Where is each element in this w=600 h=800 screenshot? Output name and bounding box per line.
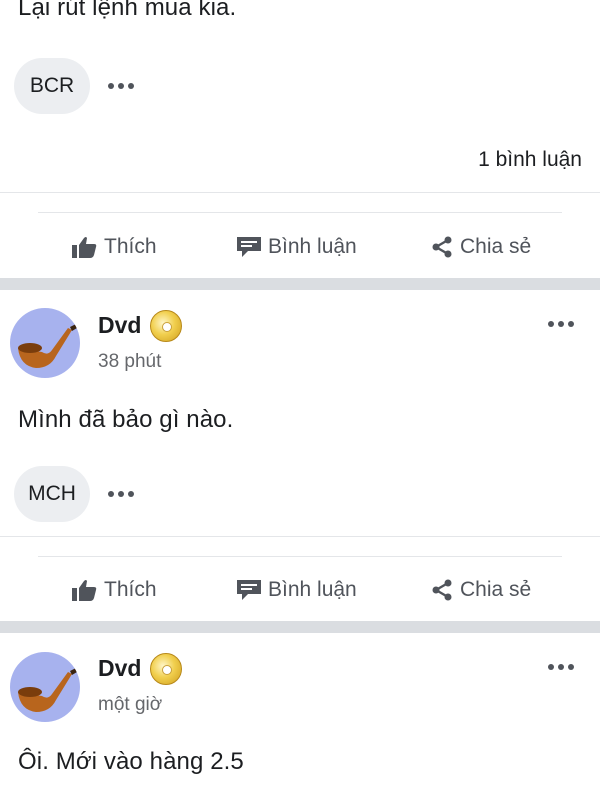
pipe-icon[interactable]: [10, 652, 80, 722]
share-icon: [432, 579, 452, 601]
action-bar: Thích Bình luận Chia sẻ: [0, 565, 600, 615]
author-name[interactable]: Dvd: [98, 655, 141, 682]
reaction-row: BCR: [14, 58, 134, 114]
comment-count-link[interactable]: 1 bình luận: [478, 148, 582, 172]
comment-button[interactable]: Bình luận: [236, 222, 357, 272]
share-label: Chia sẻ: [460, 235, 532, 258]
thumbs-up-icon: [72, 237, 97, 258]
section-separator: [0, 621, 600, 633]
like-label: Thích: [104, 578, 157, 601]
more-icon[interactable]: [108, 491, 134, 497]
section-separator: [0, 278, 600, 290]
post-text: Ôi. Mới vào hàng 2.5: [18, 748, 244, 775]
comment-label: Bình luận: [268, 235, 357, 258]
like-button[interactable]: Thích: [72, 222, 157, 272]
comment-button[interactable]: Bình luận: [236, 565, 357, 615]
author-name[interactable]: Dvd: [98, 312, 141, 339]
share-button[interactable]: Chia sẻ: [430, 565, 531, 615]
like-label: Thích: [104, 235, 157, 258]
divider: [0, 536, 600, 537]
post-text: Lại rút lệnh mua kia.: [18, 0, 237, 21]
reaction-row: MCH: [14, 466, 134, 522]
comment-icon: [237, 580, 261, 600]
divider: [38, 556, 562, 557]
reaction-chip[interactable]: BCR: [14, 58, 90, 114]
divider: [38, 212, 562, 213]
feed: Lại rút lệnh mua kia. BCR 1 bình luận Th…: [0, 0, 600, 800]
share-button[interactable]: Chia sẻ: [430, 222, 531, 272]
comment-icon: [237, 237, 261, 257]
post-text: Mình đã bảo gì nào.: [18, 406, 234, 433]
comment-label: Bình luận: [268, 578, 357, 601]
post-timestamp[interactable]: 38 phút: [98, 351, 161, 373]
gold-disc-badge-icon: [150, 653, 182, 685]
action-bar: Thích Bình luận Chia sẻ: [0, 222, 600, 272]
divider: [0, 192, 600, 193]
share-icon: [432, 236, 452, 258]
pipe-icon[interactable]: [10, 308, 80, 378]
share-label: Chia sẻ: [460, 578, 532, 601]
more-options-icon[interactable]: [548, 321, 574, 327]
more-options-icon[interactable]: [548, 664, 574, 670]
like-button[interactable]: Thích: [72, 565, 157, 615]
post-timestamp[interactable]: một giờ: [98, 694, 162, 716]
gold-disc-badge-icon: [150, 310, 182, 342]
reaction-chip[interactable]: MCH: [14, 466, 90, 522]
thumbs-up-icon: [72, 580, 97, 601]
more-icon[interactable]: [108, 83, 134, 89]
